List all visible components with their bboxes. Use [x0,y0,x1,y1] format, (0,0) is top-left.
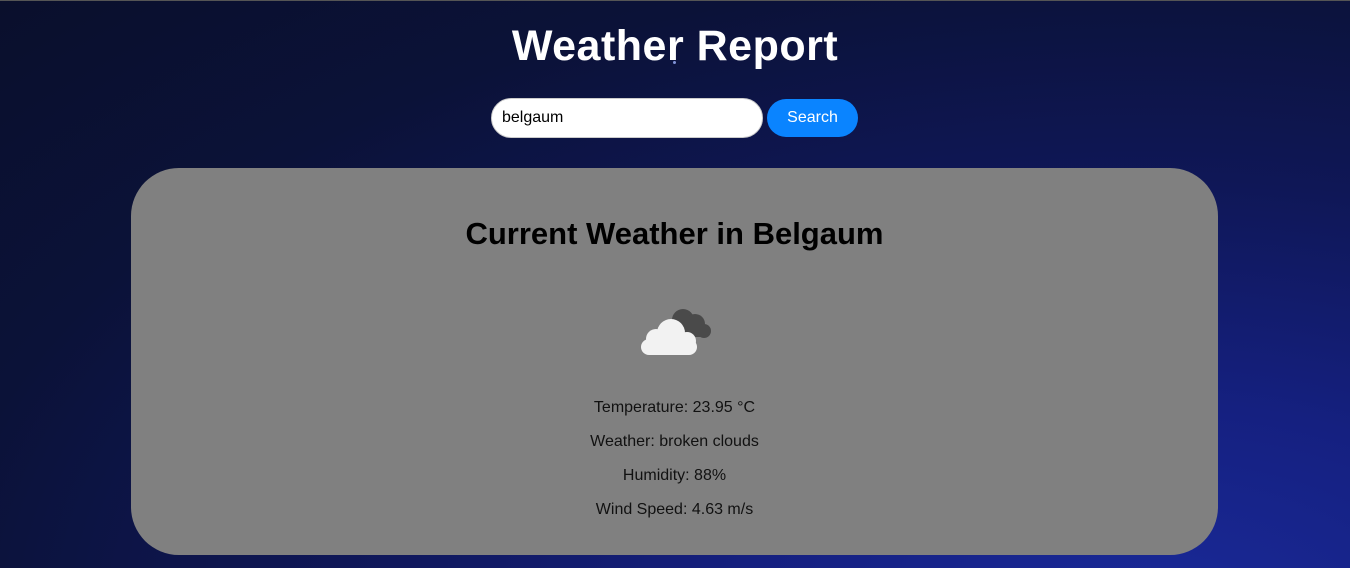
wind-speed-label: Wind Speed [596,501,692,518]
temperature-label: Temperature [594,399,693,416]
humidity-value: 88% [694,467,727,484]
weather-label: Weather [590,433,659,450]
broken-clouds-icon [641,309,711,355]
search-bar: Search [491,98,858,138]
humidity-label: Humidity [623,467,694,484]
city-search-input[interactable] [491,98,763,138]
wind-speed-line: Wind Speed4.63 m/s [131,501,1218,519]
temperature-line: Temperature23.95 °C [131,399,1218,417]
temperature-value: 23.95 °C [692,399,756,416]
page-title: Weather Report [511,22,839,70]
weather-heading: Current Weather in Belgaum [465,216,884,251]
search-button[interactable]: Search [767,99,858,137]
humidity-line: Humidity88% [131,467,1218,485]
weather-description-line: Weatherbroken clouds [131,433,1218,451]
wind-speed-value: 4.63 m/s [691,501,754,518]
top-border [0,0,1350,1]
weather-card: Current Weather in Belgaum Temperature23… [131,168,1218,555]
weather-value: broken clouds [659,433,759,450]
